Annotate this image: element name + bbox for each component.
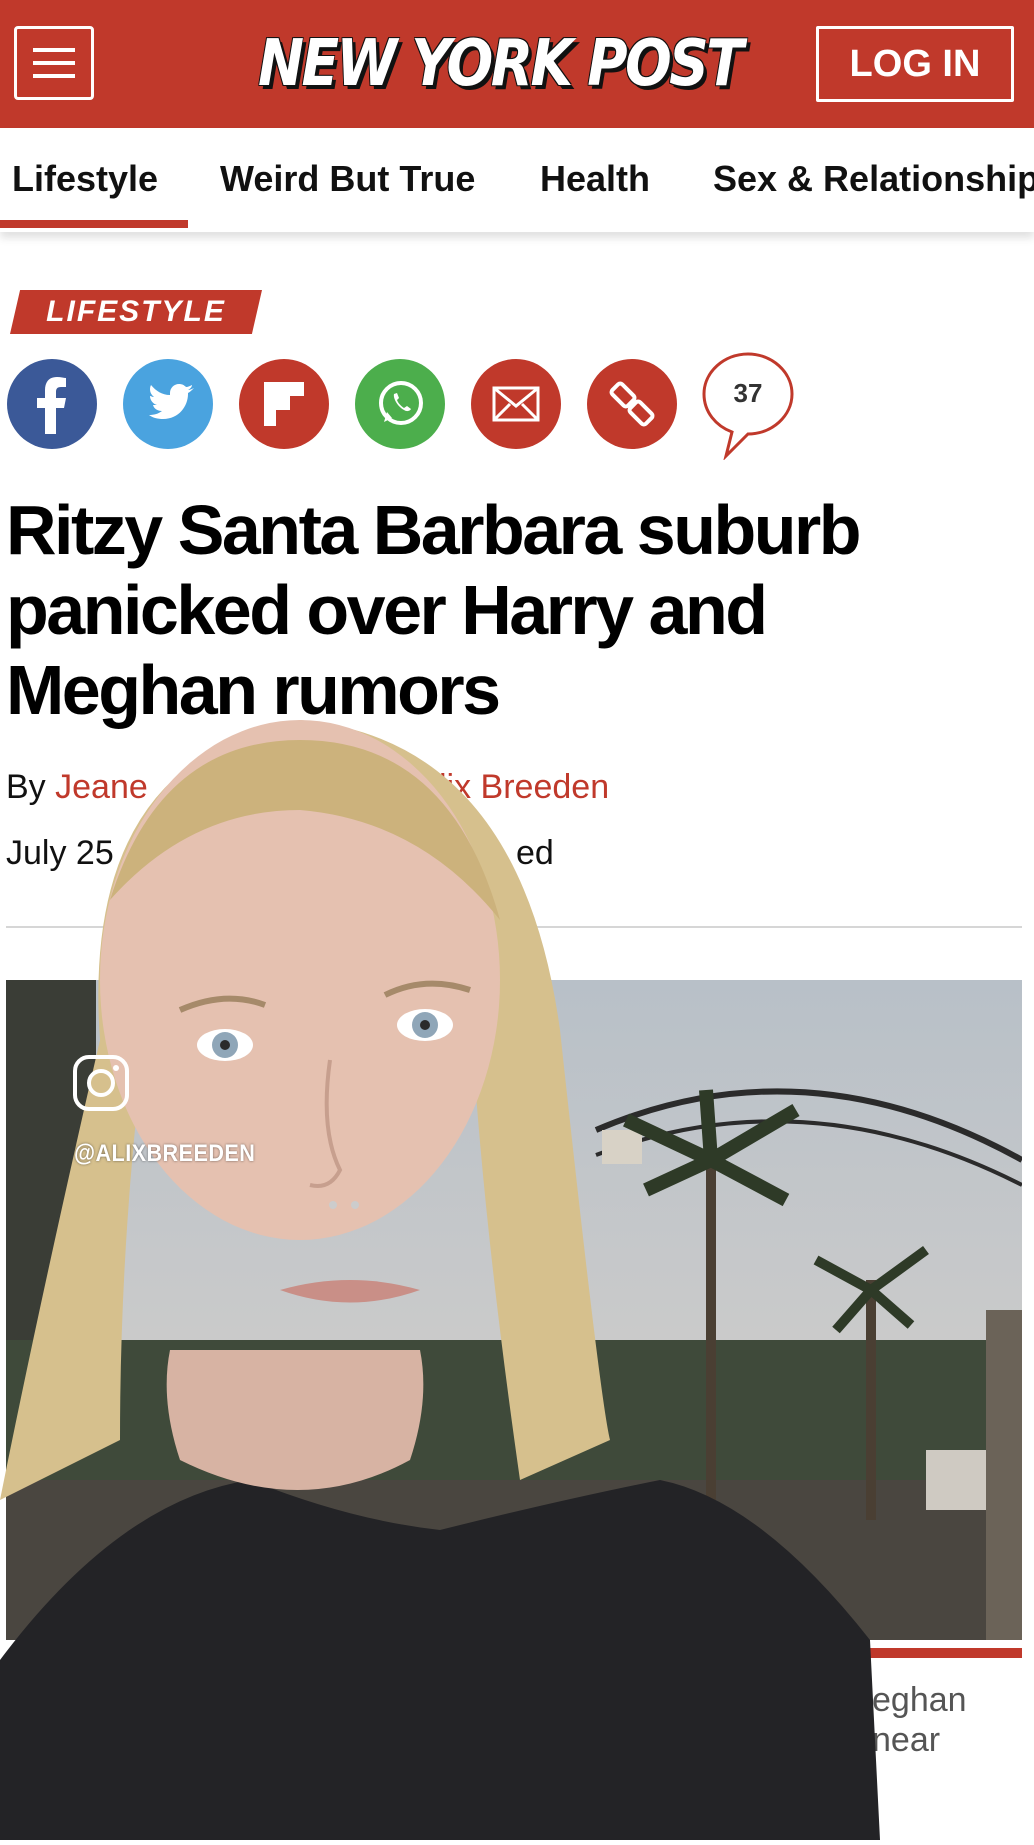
tab-lifestyle[interactable]: Lifestyle	[12, 158, 158, 200]
whatsapp-icon[interactable]	[354, 358, 446, 450]
twitter-icon[interactable]	[122, 358, 214, 450]
instagram-icon	[72, 1054, 130, 1112]
section-tag[interactable]: LIFESTYLE	[10, 290, 262, 334]
flipboard-icon[interactable]	[238, 358, 330, 450]
comment-count: 37	[733, 378, 763, 408]
login-button[interactable]: LOG IN	[816, 26, 1014, 102]
photo-caption: eghan near	[872, 1680, 967, 1760]
site-logo[interactable]: NEW YORK POST	[258, 24, 744, 104]
email-icon[interactable]	[470, 358, 562, 450]
hamburger-menu-icon[interactable]	[14, 26, 94, 100]
tab-sex-relationships[interactable]: Sex & Relationships	[713, 158, 1034, 200]
tab-weird-but-true[interactable]: Weird But True	[220, 158, 475, 200]
photo-caption-bar	[870, 1648, 1022, 1658]
facebook-icon[interactable]	[6, 358, 98, 450]
presenter-video-overlay	[0, 700, 880, 1840]
article-headline: Ritzy Santa Barbara suburb panicked over…	[6, 491, 862, 729]
link-icon[interactable]	[586, 358, 678, 450]
active-tab-indicator	[0, 220, 188, 228]
instagram-handle: @ALIXBREEDEN	[74, 1140, 256, 1167]
section-nav: Lifestyle Weird But True Health Sex & Re…	[0, 128, 1034, 232]
caption-line: eghan	[872, 1681, 967, 1719]
comments-button[interactable]: 37	[700, 350, 796, 461]
tab-health[interactable]: Health	[540, 158, 650, 200]
site-header: NEW YORK POST LOG IN	[0, 0, 1034, 128]
caption-line: near	[872, 1721, 941, 1759]
